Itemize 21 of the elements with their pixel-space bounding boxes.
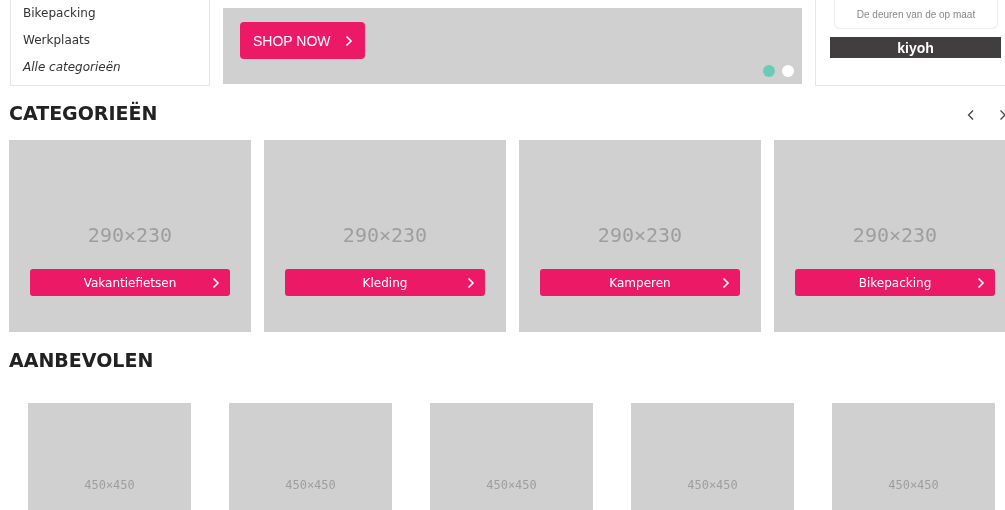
- chevron-right-icon[interactable]: [999, 109, 1005, 121]
- category-button[interactable]: Vakantiefietsen: [30, 269, 230, 296]
- chevron-right-icon: [212, 277, 220, 289]
- carousel-dot[interactable]: [763, 65, 775, 77]
- kiyoh-logo[interactable]: kiyoh: [830, 37, 1001, 58]
- chevron-right-icon: [722, 277, 730, 289]
- category-link[interactable]: Alle categorieën: [23, 58, 121, 77]
- section-heading: AANBEVOLEN: [8, 348, 155, 372]
- chevron-right-icon: [977, 277, 985, 289]
- chevron-left-icon[interactable]: [967, 109, 975, 121]
- category-button[interactable]: Kleding: [285, 269, 485, 296]
- review-text: De deuren van de op maat: [856, 8, 976, 20]
- section-heading: CATEGORIEËN: [9, 102, 158, 124]
- category-button[interactable]: Bikepacking: [795, 269, 995, 296]
- category-button[interactable]: Kamperen: [540, 269, 740, 296]
- category-link[interactable]: Werkplaats: [23, 31, 91, 50]
- category-link[interactable]: Bikepacking: [23, 4, 96, 23]
- chevron-right-icon: [344, 34, 353, 47]
- carousel-dot[interactable]: [782, 65, 794, 77]
- chevron-right-icon: [467, 277, 475, 289]
- shop-now-button[interactable]: SHOP NOW: [240, 22, 365, 59]
